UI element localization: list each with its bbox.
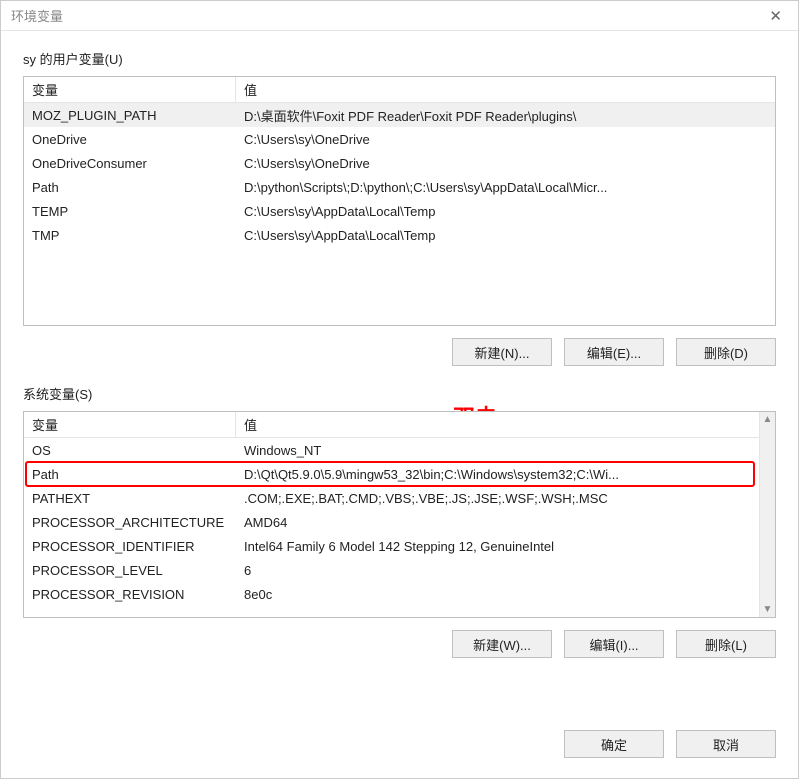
user-buttons-row: 新建(N)... 编辑(E)... 删除(D)	[23, 338, 776, 366]
cell-variable: Path	[24, 180, 236, 195]
cell-value: C:\Users\sy\AppData\Local\Temp	[236, 204, 775, 219]
table-row[interactable]: MOZ_PLUGIN_PATH D:\桌面软件\Foxit PDF Reader…	[24, 103, 775, 127]
scroll-up-icon[interactable]: ▲	[763, 412, 773, 427]
cell-variable: PATHEXT	[24, 491, 236, 506]
system-table-head: 变量 值	[24, 412, 775, 438]
titlebar: 环境变量 ✕	[1, 1, 798, 31]
user-table-head: 变量 值	[24, 77, 775, 103]
cell-value: AMD64	[236, 515, 759, 530]
col-header-variable[interactable]: 变量	[24, 76, 236, 103]
system-buttons-row: 新建(W)... 编辑(I)... 删除(L)	[23, 630, 776, 658]
cell-value: 8e0c	[236, 587, 759, 602]
cell-variable: PROCESSOR_ARCHITECTURE	[24, 515, 236, 530]
cell-variable: TEMP	[24, 204, 236, 219]
cell-value: D:\桌面软件\Foxit PDF Reader\Foxit PDF Reade…	[236, 106, 775, 125]
cell-variable: PROCESSOR_IDENTIFIER	[24, 539, 236, 554]
cell-variable: Path	[24, 467, 236, 482]
user-table-body: MOZ_PLUGIN_PATH D:\桌面软件\Foxit PDF Reader…	[24, 103, 775, 247]
system-vars-label: 系统变量(S)	[23, 384, 776, 403]
table-row[interactable]: TEMP C:\Users\sy\AppData\Local\Temp	[24, 199, 775, 223]
dialog-footer: 确定 取消	[1, 714, 798, 778]
system-vars-table[interactable]: 变量 值 OS Windows_NT Path D:\Qt\Qt5.9.0\5.…	[23, 411, 776, 618]
cell-value: D:\python\Scripts\;D:\python\;C:\Users\s…	[236, 180, 775, 195]
user-vars-group: sy 的用户变量(U) 变量 值 MOZ_PLUGIN_PATH D:\桌面软件…	[23, 49, 776, 366]
cell-value: Intel64 Family 6 Model 142 Stepping 12, …	[236, 539, 759, 554]
system-new-button[interactable]: 新建(W)...	[452, 630, 552, 658]
system-delete-button[interactable]: 删除(L)	[676, 630, 776, 658]
cell-value: D:\Qt\Qt5.9.0\5.9\mingw53_32\bin;C:\Wind…	[236, 467, 759, 482]
cell-variable: TMP	[24, 228, 236, 243]
cancel-button[interactable]: 取消	[676, 730, 776, 758]
user-vars-label: sy 的用户变量(U)	[23, 49, 776, 68]
system-edit-button[interactable]: 编辑(I)...	[564, 630, 664, 658]
table-row[interactable]: PATHEXT .COM;.EXE;.BAT;.CMD;.VBS;.VBE;.J…	[24, 486, 759, 510]
col-header-value[interactable]: 值	[236, 411, 775, 438]
window-title: 环境变量	[11, 6, 63, 25]
cell-variable: OneDrive	[24, 132, 236, 147]
cell-value: C:\Users\sy\OneDrive	[236, 156, 775, 171]
cell-variable: PROCESSOR_LEVEL	[24, 563, 236, 578]
col-header-value[interactable]: 值	[236, 76, 775, 103]
cell-variable: OneDriveConsumer	[24, 156, 236, 171]
user-new-button[interactable]: 新建(N)...	[452, 338, 552, 366]
table-row[interactable]: PROCESSOR_ARCHITECTURE AMD64	[24, 510, 759, 534]
cell-variable: OS	[24, 443, 236, 458]
table-row[interactable]: PROCESSOR_IDENTIFIER Intel64 Family 6 Mo…	[24, 534, 759, 558]
user-edit-button[interactable]: 编辑(E)...	[564, 338, 664, 366]
cell-variable: PROCESSOR_REVISION	[24, 587, 236, 602]
scrollbar[interactable]: ▲ ▼	[759, 412, 775, 617]
cell-value: C:\Users\sy\AppData\Local\Temp	[236, 228, 775, 243]
table-row[interactable]: Path D:\python\Scripts\;D:\python\;C:\Us…	[24, 175, 775, 199]
table-row[interactable]: PROCESSOR_LEVEL 6	[24, 558, 759, 582]
table-row[interactable]: OneDriveConsumer C:\Users\sy\OneDrive	[24, 151, 775, 175]
user-delete-button[interactable]: 删除(D)	[676, 338, 776, 366]
user-vars-table[interactable]: 变量 值 MOZ_PLUGIN_PATH D:\桌面软件\Foxit PDF R…	[23, 76, 776, 326]
env-vars-dialog: 环境变量 ✕ sy 的用户变量(U) 变量 值 MOZ_PLUGIN_PATH …	[0, 0, 799, 779]
cell-value: .COM;.EXE;.BAT;.CMD;.VBS;.VBE;.JS;.JSE;.…	[236, 491, 759, 506]
ok-button[interactable]: 确定	[564, 730, 664, 758]
col-header-variable[interactable]: 变量	[24, 411, 236, 438]
system-vars-group: 系统变量(S) 双击 变量 值 OS Windows_NT Path D:\Qt…	[23, 384, 776, 658]
close-icon[interactable]: ✕	[761, 5, 790, 27]
system-table-body: OS Windows_NT Path D:\Qt\Qt5.9.0\5.9\min…	[24, 438, 775, 606]
scroll-down-icon[interactable]: ▼	[763, 602, 773, 617]
table-row-path[interactable]: Path D:\Qt\Qt5.9.0\5.9\mingw53_32\bin;C:…	[24, 462, 759, 486]
cell-value: 6	[236, 563, 759, 578]
cell-value: Windows_NT	[236, 443, 759, 458]
table-row[interactable]: TMP C:\Users\sy\AppData\Local\Temp	[24, 223, 775, 247]
dialog-content: sy 的用户变量(U) 变量 值 MOZ_PLUGIN_PATH D:\桌面软件…	[1, 31, 798, 714]
table-row[interactable]: OneDrive C:\Users\sy\OneDrive	[24, 127, 775, 151]
cell-variable: MOZ_PLUGIN_PATH	[24, 108, 236, 123]
table-row[interactable]: OS Windows_NT	[24, 438, 759, 462]
table-row[interactable]: PROCESSOR_REVISION 8e0c	[24, 582, 759, 606]
cell-value: C:\Users\sy\OneDrive	[236, 132, 775, 147]
